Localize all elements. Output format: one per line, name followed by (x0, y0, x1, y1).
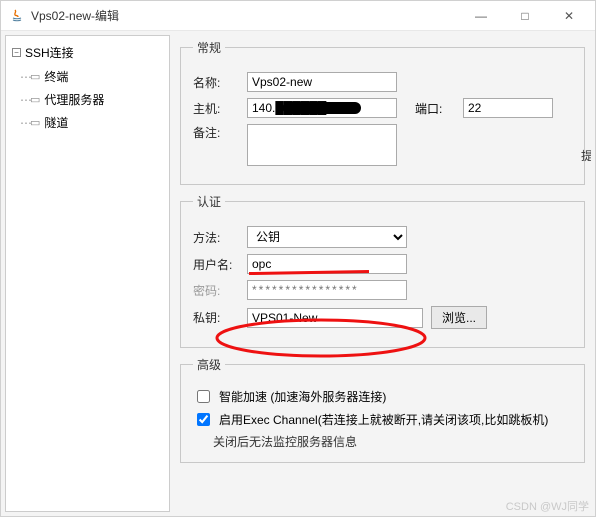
label-host: 主机: (193, 100, 239, 117)
redaction (283, 102, 361, 114)
tree-root-label: SSH连接 (25, 44, 74, 61)
label-port: 端口: (415, 100, 455, 117)
exec-label: 启用Exec Channel(若连接上就被断开,请关闭该项,比如跳板机) (219, 411, 548, 428)
label-password: 密码: (193, 282, 239, 299)
close-button[interactable]: ✕ (547, 2, 591, 30)
accel-checkbox[interactable] (197, 390, 210, 403)
label-user: 用户名: (193, 256, 239, 273)
name-input[interactable] (247, 72, 397, 92)
key-input[interactable] (247, 308, 423, 328)
label-name: 名称: (193, 74, 239, 91)
legend-auth: 认证 (193, 193, 225, 210)
window-title: Vps02-new-编辑 (31, 7, 459, 24)
maximize-button[interactable]: □ (503, 2, 547, 30)
browse-button[interactable]: 浏览... (431, 306, 487, 329)
titlebar: Vps02-new-编辑 — □ ✕ (1, 1, 595, 31)
port-input[interactable] (463, 98, 553, 118)
collapse-icon[interactable]: − (12, 48, 21, 57)
group-advanced: 高级 智能加速 (加速海外服务器连接) 启用Exec Channel(若连接上就… (180, 356, 585, 463)
legend-advanced: 高级 (193, 356, 225, 373)
password-input (247, 280, 407, 300)
main-panel: 常规 名称: 主机: 端口: 备注: 认证 (174, 35, 591, 512)
group-auth: 认证 方法: 公钥 用户名: 密码: 私钥: (180, 193, 585, 348)
tree-item-tunnel[interactable]: ⋯ ▭ 隧道 (6, 111, 169, 134)
tree-item-label: 终端 (44, 68, 68, 85)
sidebar: − SSH连接 ⋯ ▭ 终端 ⋯ ▭ 代理服务器 ⋯ ▭ 隧道 (5, 35, 170, 512)
tree-item-terminal[interactable]: ⋯ ▭ 终端 (6, 65, 169, 88)
tree-root-ssh[interactable]: − SSH连接 (6, 40, 169, 65)
legend-general: 常规 (193, 39, 225, 56)
accel-label: 智能加速 (加速海外服务器连接) (219, 388, 386, 405)
exec-note: 关闭后无法监控服务器信息 (213, 433, 572, 450)
watermark: CSDN @WJ同学 (506, 498, 589, 514)
exec-checkbox[interactable] (197, 413, 210, 426)
remark-input[interactable] (247, 124, 397, 166)
method-select[interactable]: 公钥 (247, 226, 407, 248)
label-method: 方法: (193, 229, 239, 246)
group-general: 常规 名称: 主机: 端口: 备注: (180, 39, 585, 185)
tree-item-label: 代理服务器 (44, 91, 104, 108)
minimize-button[interactable]: — (459, 2, 503, 30)
label-key: 私钥: (193, 309, 239, 326)
edge-text: 提 (581, 147, 591, 164)
tree-item-label: 隧道 (44, 114, 68, 131)
java-icon (9, 8, 25, 24)
tree-item-proxy[interactable]: ⋯ ▭ 代理服务器 (6, 88, 169, 111)
label-remark: 备注: (193, 124, 239, 141)
